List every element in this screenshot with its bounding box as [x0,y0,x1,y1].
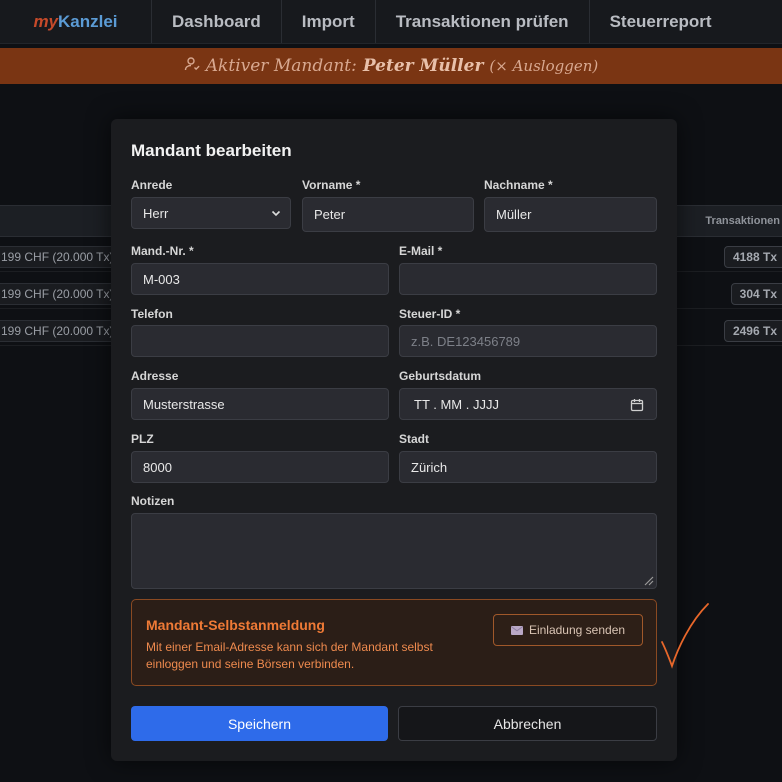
email-label: E-Mail * [399,244,443,258]
anrede-value: Herr [143,205,169,221]
send-invitation-label: Einladung senden [528,623,626,637]
plz-label: PLZ [131,432,154,446]
geburtsdatum-field[interactable]: TT . MM . JJJJ [399,388,657,420]
nav-transaktionen[interactable]: Transaktionen prüfen [376,0,590,43]
nachname-label: Nachname * [484,178,553,192]
notizen-textarea[interactable] [131,513,657,589]
stadt-value: Zürich [411,459,448,475]
calendar-icon[interactable] [630,398,644,412]
adresse-value: Musterstrasse [143,396,225,412]
banner-prefix: Aktiver Mandant: [205,56,357,76]
app-logo[interactable]: my Kanzlei [0,0,152,43]
checkmark-annotation-icon [661,603,709,669]
vorname-value: Peter [314,207,346,222]
geburtsdatum-placeholder: TT . MM . JJJJ [414,396,499,412]
nachname-value: Müller [496,207,532,222]
notizen-label: Notizen [131,494,175,508]
plz-field[interactable]: 8000 [131,451,389,483]
top-nav: my Kanzlei Dashboard Import Transaktionen… [0,0,782,44]
column-header-transaktionen: Transaktionen [705,215,780,227]
modal-title: Mandant bearbeiten [131,141,292,160]
cancel-button[interactable]: Abbrechen [398,706,657,741]
nav-import[interactable]: Import [282,0,376,43]
envelope-icon [510,625,523,635]
self-registration-box: Mandant-Selbstanmeldung Mit einer Email-… [131,599,657,686]
geburtsdatum-label: Geburtsdatum [399,369,482,383]
tx-count-badge: 304 Tx [730,283,782,305]
tx-count-badge: 2496 Tx [723,320,782,342]
chevron-down-icon [271,210,281,217]
plan-badge: 199 CHF (20.000 Tx) [0,320,123,342]
logout-link[interactable]: (× Ausloggen) [489,57,598,75]
steuerid-placeholder: z.B. DE123456789 [411,333,521,349]
user-icon [184,56,200,77]
nachname-field[interactable]: Müller [484,197,657,232]
self-registration-description: Mit einer Email-Adresse kann sich der Ma… [146,640,433,671]
resize-grip-icon[interactable] [642,574,654,586]
steuerid-label: Steuer-ID * [399,307,461,321]
anrede-label: Anrede [131,178,173,192]
adresse-field[interactable]: Musterstrasse [131,388,389,420]
nav-steuerreport[interactable]: Steuerreport [590,0,732,43]
mandnr-label: Mand.-Nr. * [131,244,194,258]
save-button[interactable]: Speichern [131,706,388,741]
edit-client-modal: Mandant bearbeiten Anrede Herr Vorname *… [111,119,677,761]
anrede-select[interactable]: Herr [131,197,291,229]
banner-client-name: Peter Müller [362,56,484,76]
mandnr-field[interactable]: M-003 [131,263,389,295]
steuerid-field[interactable]: z.B. DE123456789 [399,325,657,357]
mandnr-value: M-003 [143,271,180,287]
email-field[interactable] [399,263,657,295]
nav-dashboard[interactable]: Dashboard [152,0,282,43]
vorname-field[interactable]: Peter [302,197,474,232]
adresse-label: Adresse [131,369,179,383]
active-client-banner: Aktiver Mandant: Peter Müller (× Auslogg… [0,48,782,84]
stadt-field[interactable]: Zürich [399,451,657,483]
plz-value: 8000 [143,459,172,475]
stadt-label: Stadt [399,432,429,446]
telefon-label: Telefon [131,307,173,321]
plan-badge: 199 CHF (20.000 Tx) [0,283,123,305]
send-invitation-button[interactable]: Einladung senden [493,614,643,646]
tx-count-badge: 4188 Tx [723,246,782,268]
logo-prefix: my [33,11,59,31]
plan-badge: 199 CHF (20.000 Tx) [0,246,123,268]
self-registration-title: Mandant-Selbstanmeldung [146,617,325,633]
telefon-field[interactable] [131,325,389,357]
vorname-label: Vorname * [302,178,361,192]
logo-name: Kanzlei [58,11,118,31]
